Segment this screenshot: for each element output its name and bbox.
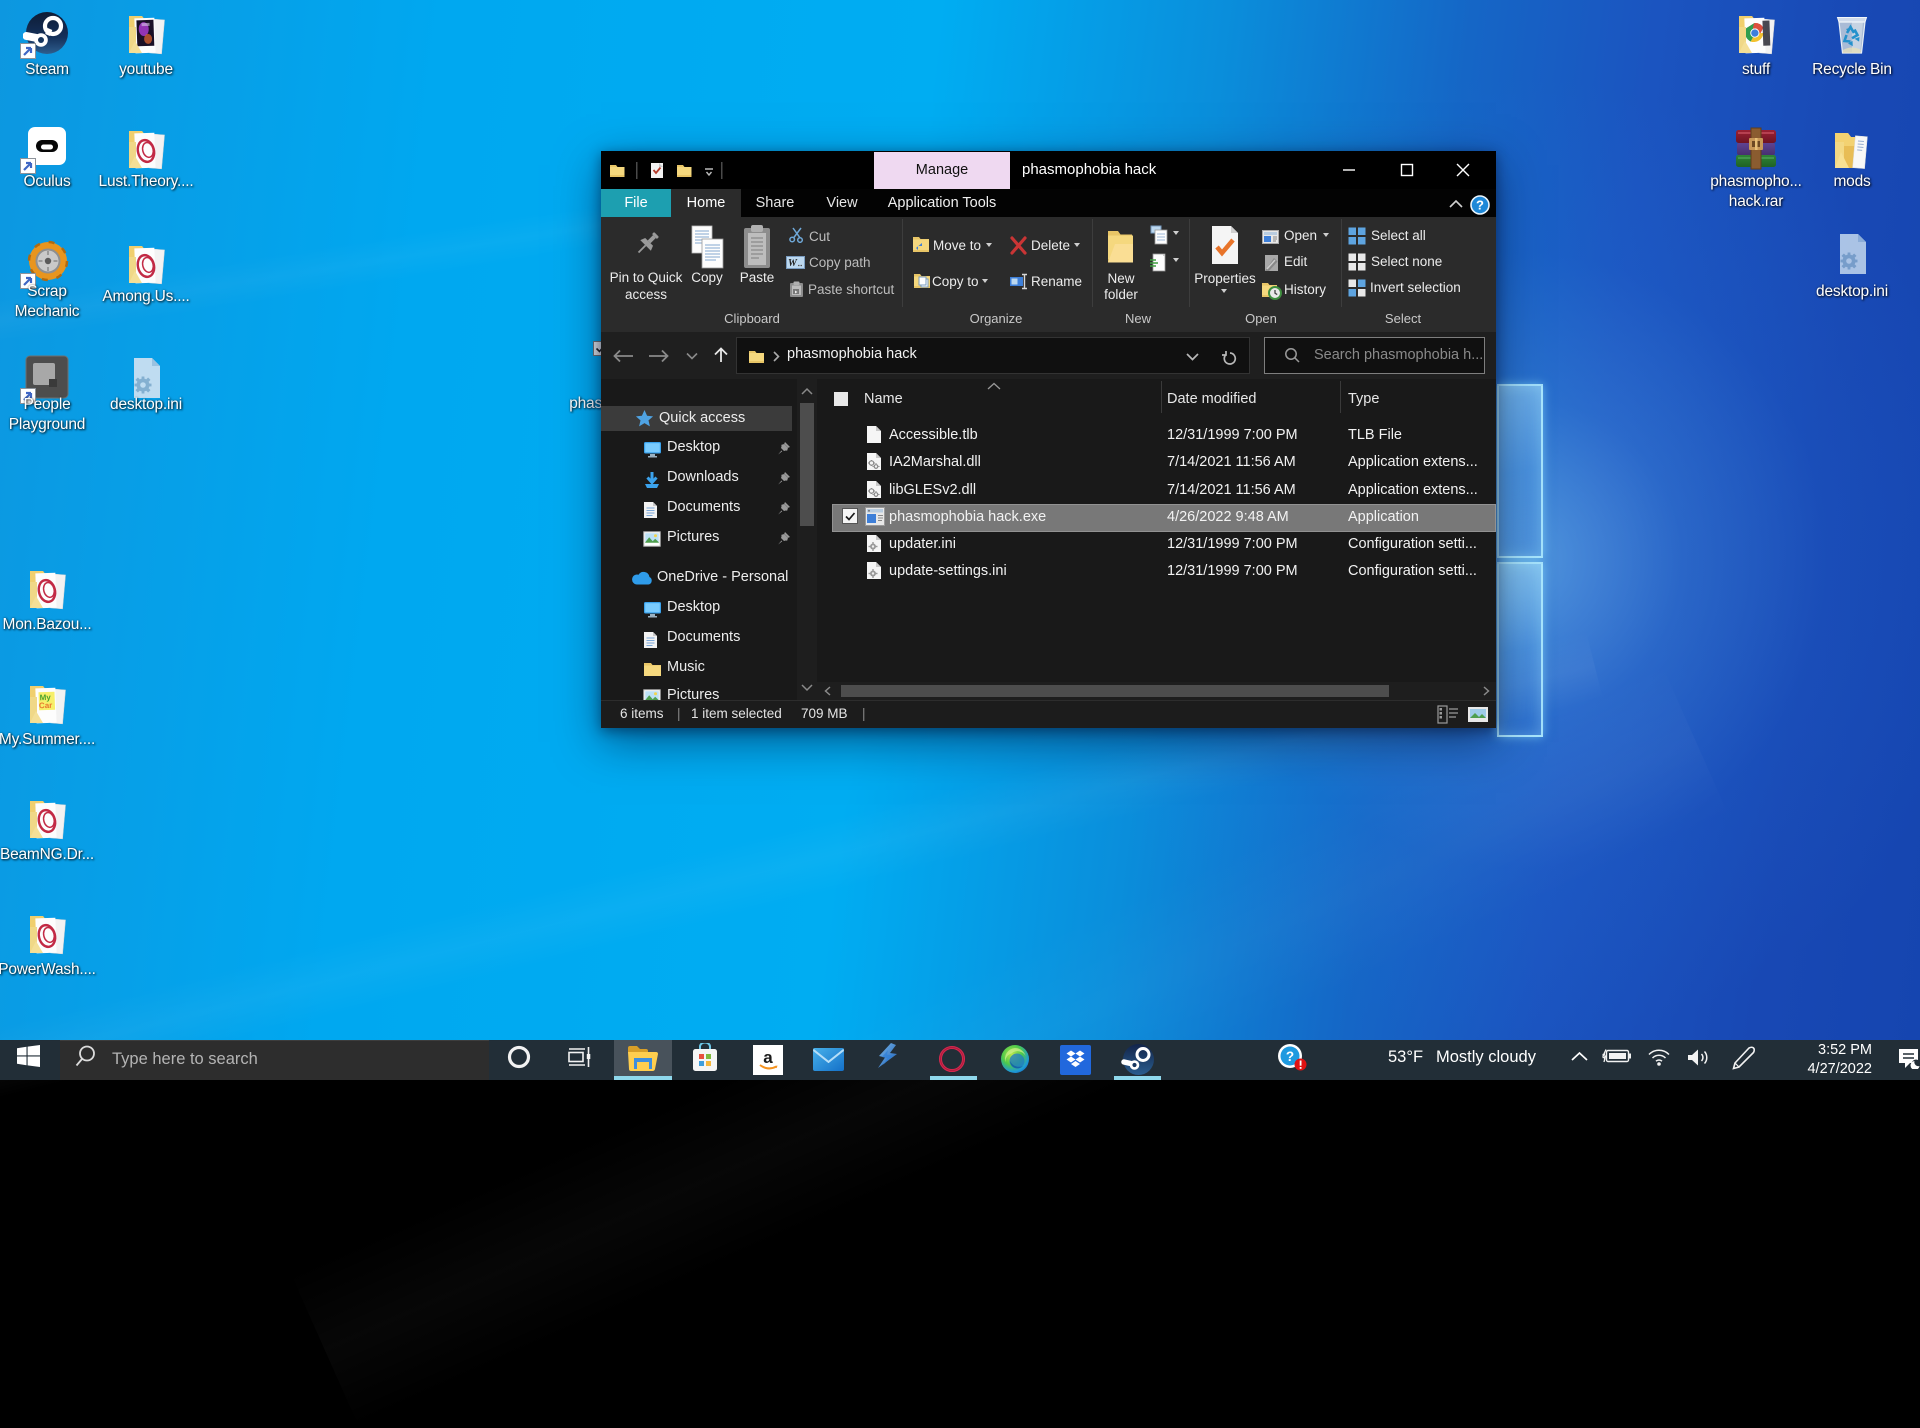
svg-text:a: a <box>763 1048 773 1067</box>
svg-text:W: W <box>788 258 798 269</box>
svg-text:Car: Car <box>39 701 53 710</box>
svg-text:?: ? <box>1476 198 1484 213</box>
svg-text:?: ? <box>1286 1049 1294 1064</box>
